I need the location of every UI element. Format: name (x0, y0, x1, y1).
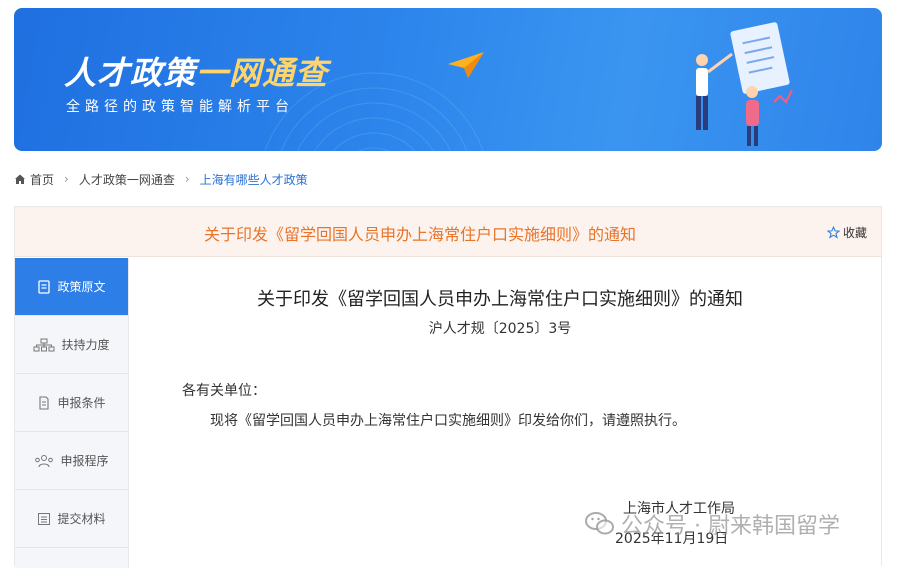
chevron-right-icon: › (64, 172, 69, 186)
document-issuer: 上海市人才工作局 (623, 501, 735, 517)
sidebar-item-materials[interactable]: 提交材料 (15, 490, 128, 548)
sidebar-item-conditions[interactable]: 申报条件 (15, 374, 128, 432)
document-date: 2025年11月19日 (615, 531, 729, 547)
home-icon[interactable] (14, 173, 26, 185)
sidebar-item-support[interactable]: 扶持力度 (15, 316, 128, 374)
document-icon (37, 279, 51, 294)
policy-title: 关于印发《留学回国人员申办上海常住户口实施细则》的通知 (203, 225, 636, 244)
document-number: 沪人才规〔2025〕3号 (428, 321, 572, 337)
sidebar-item-policy-text[interactable]: 政策原文 (15, 258, 128, 316)
favorite-button[interactable]: 收藏 (826, 224, 867, 241)
org-chart-icon (33, 338, 55, 352)
paper-plane-icon (448, 52, 484, 78)
document-greeting: 各有关单位： (182, 383, 266, 399)
sidebar-item-label: 申报程序 (60, 454, 109, 468)
sidebar-item-label: 提交材料 (57, 512, 106, 526)
policy-title-bar: 关于印发《留学回国人员申办上海常住户口实施细则》的通知 收藏 (15, 207, 881, 257)
sidebar-item-label: 申报条件 (57, 396, 106, 410)
sidebar: 政策原文 扶持力度 申报条件 申报程序 提交材料 (15, 258, 129, 568)
people-checklist-illustration (696, 22, 793, 146)
document-paragraph: 现将《留学回国人员申办上海常住户口实施细则》印发给你们，请遵照执行。 (210, 413, 686, 429)
document-title: 关于印发《留学回国人员申办上海常住户口实施细则》的通知 (257, 289, 743, 310)
breadcrumb: 首页 › 人才政策一网通查 › 上海有哪些人才政策 (14, 170, 308, 188)
banner-subtitle: 全路径的政策智能解析平台 (66, 99, 294, 115)
star-icon (826, 226, 840, 239)
sidebar-item-procedure[interactable]: 申报程序 (15, 432, 128, 490)
sidebar-item-label: 政策原文 (57, 280, 106, 294)
sidebar-item-label: 扶持力度 (61, 338, 110, 352)
list-icon (37, 512, 51, 526)
hero-banner: 人才政策一网通查 全路径的政策智能解析平台 (14, 8, 882, 151)
chevron-right-icon: › (184, 172, 190, 186)
policy-document: 关于印发《留学回国人员申办上海常住户口实施细则》的通知 沪人才规〔2025〕3号… (130, 258, 881, 568)
breadcrumb-current[interactable]: 上海有哪些人才政策 (200, 171, 308, 188)
banner-title: 人才政策一网通查 (64, 54, 329, 92)
favorite-label: 收藏 (842, 226, 867, 240)
breadcrumb-level2[interactable]: 人才政策一网通查 (79, 171, 175, 188)
breadcrumb-home[interactable]: 首页 (30, 171, 54, 188)
people-icon (34, 454, 54, 468)
policy-detail-panel: 关于印发《留学回国人员申办上海常住户口实施细则》的通知 收藏 政策原文 扶持力度… (14, 206, 882, 568)
file-icon (37, 395, 51, 410)
